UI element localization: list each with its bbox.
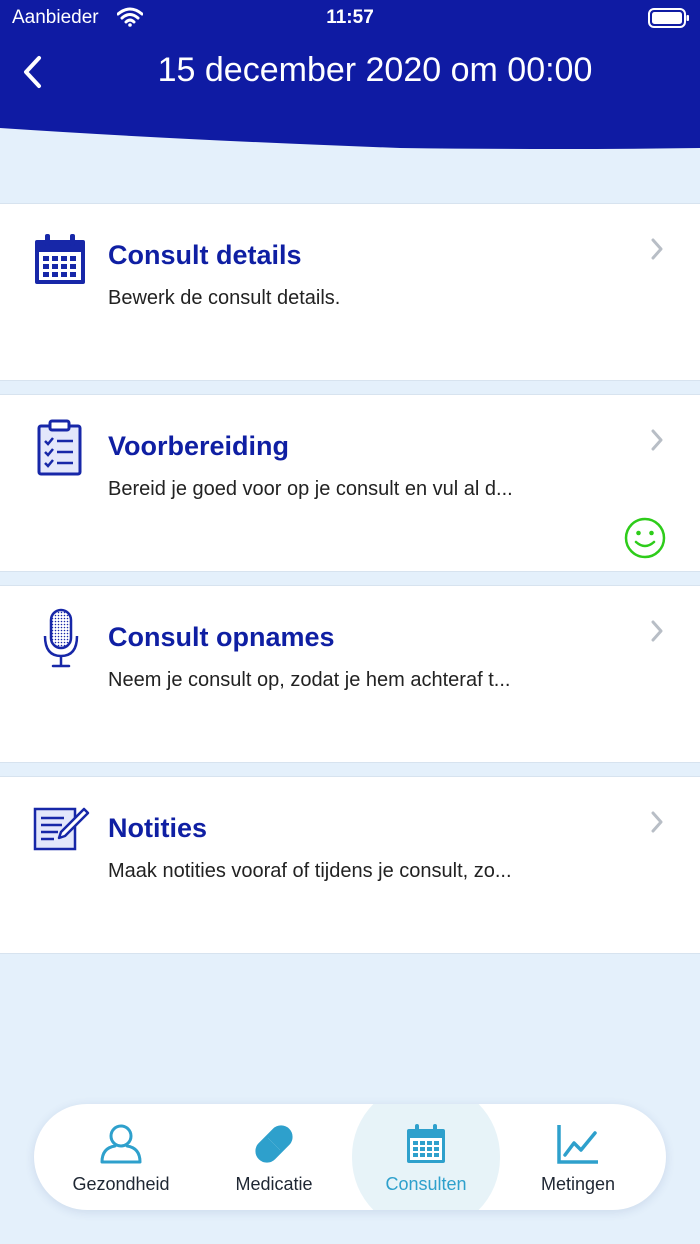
chevron-right-icon	[650, 620, 664, 647]
smiley-icon	[624, 517, 666, 564]
person-icon	[99, 1122, 143, 1166]
item-title: Notities	[108, 813, 208, 843]
tab-medicatie[interactable]: Medicatie	[199, 1104, 349, 1210]
chevron-right-icon	[650, 811, 664, 838]
list-item-consult-details[interactable]: Consult details Bewerk de consult detail…	[0, 203, 700, 381]
header: Aanbieder 11:57 15 december 2020 om 00:0…	[0, 0, 700, 152]
chevron-right-icon	[650, 429, 664, 456]
status-bar: Aanbieder 11:57	[0, 0, 700, 36]
list-item-consult-opnames[interactable]: Consult opnames Neem je consult op, zoda…	[0, 585, 700, 763]
item-description: Bewerk de consult details.	[108, 287, 341, 309]
clipboard-checklist-icon	[36, 419, 84, 482]
notes-pencil-icon	[32, 805, 90, 858]
item-title: Consult details	[108, 240, 302, 270]
item-description: Bereid je goed voor op je consult en vul…	[108, 478, 513, 500]
chevron-right-icon	[650, 238, 664, 265]
page-title: 15 december 2020 om 00:00	[157, 51, 593, 89]
line-chart-icon	[556, 1122, 600, 1166]
list-item-notities[interactable]: Notities Maak notities vooraf of tijdens…	[0, 776, 700, 954]
item-description: Neem je consult op, zodat je hem achtera…	[108, 669, 511, 691]
tab-label: Consulten	[385, 1174, 467, 1194]
tab-metingen[interactable]: Metingen	[503, 1104, 653, 1210]
tab-label: Medicatie	[235, 1174, 313, 1194]
item-description: Maak notities vooraf of tijdens je consu…	[108, 860, 512, 882]
tab-gezondheid[interactable]: Gezondheid	[46, 1104, 196, 1210]
microphone-icon	[42, 608, 80, 675]
tab-label: Metingen	[540, 1174, 616, 1194]
item-title: Consult opnames	[108, 622, 335, 652]
calendar-icon	[32, 232, 88, 293]
tab-consulten[interactable]: Consulten	[351, 1104, 501, 1210]
battery-icon	[648, 8, 690, 34]
status-time: 11:57	[326, 7, 374, 28]
tab-label: Gezondheid	[72, 1174, 170, 1194]
pill-icon	[251, 1122, 297, 1166]
item-title: Voorbereiding	[108, 431, 290, 461]
list-item-voorbereiding[interactable]: Voorbereiding Bereid je goed voor op je …	[0, 394, 700, 572]
calendar-icon	[405, 1122, 447, 1166]
back-button[interactable]	[12, 50, 52, 94]
tab-bar: Gezondheid Medicatie Consulten Metingen	[34, 1104, 666, 1210]
chevron-left-icon	[24, 56, 41, 88]
